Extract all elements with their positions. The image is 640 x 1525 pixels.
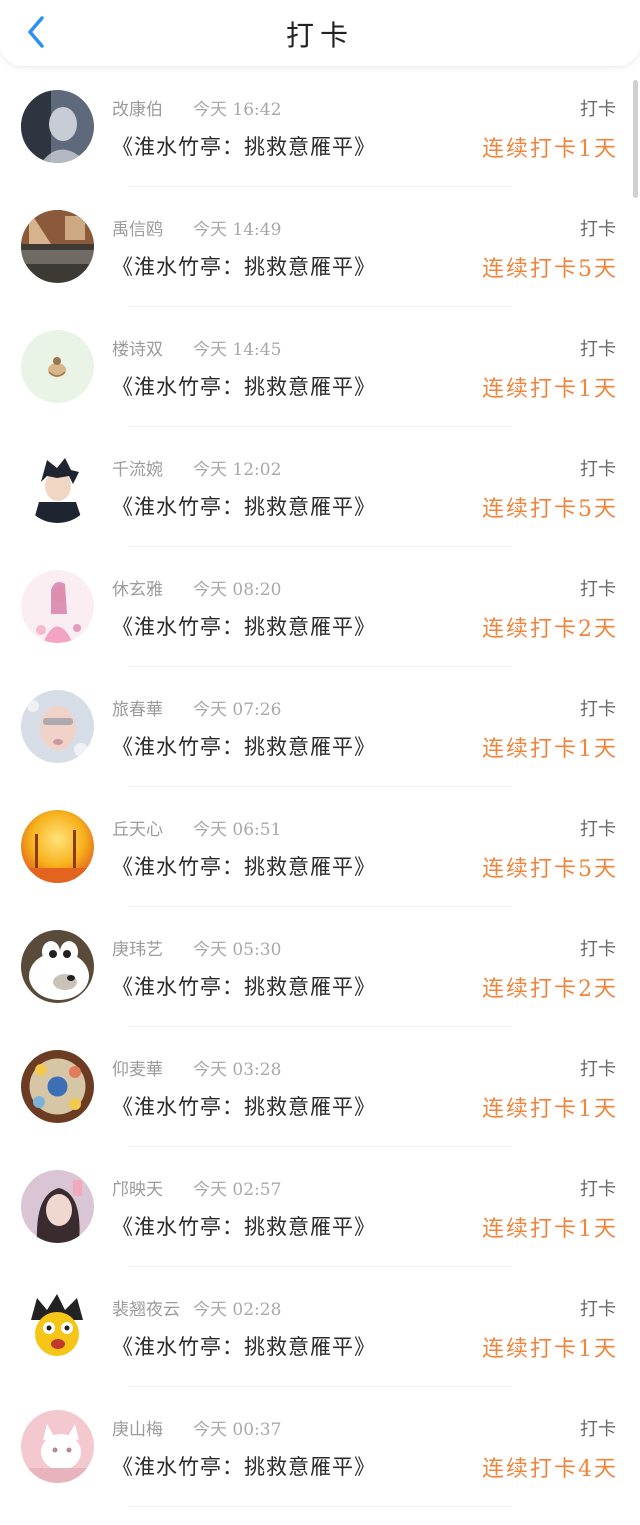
user-name: 仰麦華	[112, 1060, 163, 1080]
checkin-time: 今天 08:20	[193, 580, 282, 600]
checkin-time: 今天 06:51	[193, 820, 282, 840]
book-title: 《淮水竹亭：挑救意雁平》	[112, 735, 376, 759]
checkin-action-button[interactable]: 打卡	[580, 95, 616, 121]
checkin-action-button[interactable]: 打卡	[580, 215, 616, 241]
streak-label: 连续打卡1天	[482, 1097, 618, 1122]
checkin-list: 改康伯 今天 16:42 《淮水竹亭：挑救意雁平》 打卡 连续打卡1天 禹信鸥 今天 14…	[0, 67, 640, 1507]
checkin-time: 今天 07:26	[193, 700, 282, 720]
avatar[interactable]	[21, 330, 94, 403]
checkin-time: 今天 05:30	[193, 940, 282, 960]
checkin-action-button[interactable]: 打卡	[580, 815, 616, 841]
checkin-action-button[interactable]: 打卡	[580, 1055, 616, 1081]
nav-header: 打卡	[0, 0, 640, 66]
page-title: 打卡	[285, 19, 354, 52]
checkin-action-button[interactable]: 打卡	[580, 1175, 616, 1201]
checkin-time: 今天 14:49	[193, 220, 282, 240]
checkin-time: 今天 03:28	[193, 1060, 282, 1080]
avatar[interactable]	[21, 1050, 94, 1123]
checkin-time: 今天 14:45	[193, 340, 282, 360]
avatar[interactable]	[21, 690, 94, 763]
user-name: 改康伯	[112, 100, 163, 120]
checkin-time: 今天 12:02	[193, 460, 282, 480]
book-title: 《淮水竹亭：挑救意雁平》	[112, 1215, 376, 1239]
streak-label: 连续打卡1天	[482, 137, 618, 162]
user-name: 裴翘夜云	[112, 1300, 180, 1320]
checkin-action-button[interactable]: 打卡	[580, 335, 616, 361]
checkin-action-button[interactable]: 打卡	[580, 1415, 616, 1441]
book-title: 《淮水竹亭：挑救意雁平》	[112, 1455, 376, 1479]
streak-label: 连续打卡1天	[482, 737, 618, 762]
checkin-time: 今天 02:57	[193, 1180, 282, 1200]
streak-label: 连续打卡1天	[482, 1217, 618, 1242]
checkin-item[interactable]: 庚玮艺 今天 05:30 《淮水竹亭：挑救意雁平》 打卡连续打卡2天	[0, 907, 640, 1027]
avatar[interactable]	[21, 1170, 94, 1243]
user-name: 庚玮艺	[112, 940, 163, 960]
checkin-item[interactable]: 千流婉 今天 12:02 《淮水竹亭：挑救意雁平》 打卡连续打卡5天	[0, 427, 640, 547]
user-name: 禹信鸥	[112, 220, 163, 240]
avatar[interactable]	[21, 1410, 94, 1483]
checkin-time: 今天 00:37	[193, 1420, 282, 1440]
checkin-time: 今天 02:28	[193, 1300, 282, 1320]
user-name: 庚山梅	[112, 1420, 163, 1440]
avatar[interactable]	[21, 930, 94, 1003]
checkin-item[interactable]: 改康伯 今天 16:42 《淮水竹亭：挑救意雁平》 打卡连续打卡1天	[0, 67, 640, 187]
checkin-item[interactable]: 休玄雅 今天 08:20 《淮水竹亭：挑救意雁平》 打卡连续打卡2天	[0, 547, 640, 667]
streak-label: 连续打卡5天	[482, 257, 618, 282]
avatar[interactable]	[21, 450, 94, 523]
book-title: 《淮水竹亭：挑救意雁平》	[112, 1335, 376, 1359]
checkin-item[interactable]: 邝映天 今天 02:57 《淮水竹亭：挑救意雁平》 打卡连续打卡1天	[0, 1147, 640, 1267]
user-name: 邝映天	[112, 1180, 163, 1200]
avatar[interactable]	[21, 90, 94, 163]
avatar[interactable]	[21, 210, 94, 283]
book-title: 《淮水竹亭：挑救意雁平》	[112, 495, 376, 519]
checkin-time: 今天 16:42	[193, 100, 282, 120]
checkin-action-button[interactable]: 打卡	[580, 695, 616, 721]
streak-label: 连续打卡1天	[482, 1337, 618, 1362]
checkin-item[interactable]: 旅春華 今天 07:26 《淮水竹亭：挑救意雁平》 打卡连续打卡1天	[0, 667, 640, 787]
checkin-action-button[interactable]: 打卡	[580, 935, 616, 961]
checkin-action-button[interactable]: 打卡	[580, 1295, 616, 1321]
divider	[128, 1506, 512, 1507]
scrollbar[interactable]	[633, 80, 638, 198]
user-name: 楼诗双	[112, 340, 163, 360]
avatar[interactable]	[21, 570, 94, 643]
checkin-item[interactable]: 丘天心 今天 06:51 《淮水竹亭：挑救意雁平》 打卡连续打卡5天	[0, 787, 640, 907]
book-title: 《淮水竹亭：挑救意雁平》	[112, 375, 376, 399]
user-name: 休玄雅	[112, 580, 163, 600]
user-name: 旅春華	[112, 700, 163, 720]
checkin-action-button[interactable]: 打卡	[580, 575, 616, 601]
checkin-action-button[interactable]: 打卡	[580, 455, 616, 481]
book-title: 《淮水竹亭：挑救意雁平》	[112, 615, 376, 639]
checkin-item[interactable]: 庚山梅 今天 00:37 《淮水竹亭：挑救意雁平》 打卡连续打卡4天	[0, 1387, 640, 1507]
streak-label: 连续打卡5天	[482, 497, 618, 522]
streak-label: 连续打卡5天	[482, 857, 618, 882]
checkin-item[interactable]: 禹信鸥 今天 14:49 《淮水竹亭：挑救意雁平》 打卡连续打卡5天	[0, 187, 640, 307]
checkin-item[interactable]: 裴翘夜云 今天 02:28 《淮水竹亭：挑救意雁平》 打卡连续打卡1天	[0, 1267, 640, 1387]
streak-label: 连续打卡2天	[482, 977, 618, 1002]
avatar[interactable]	[21, 810, 94, 883]
book-title: 《淮水竹亭：挑救意雁平》	[112, 975, 376, 999]
book-title: 《淮水竹亭：挑救意雁平》	[112, 1095, 376, 1119]
user-name: 丘天心	[112, 820, 163, 840]
streak-label: 连续打卡2天	[482, 617, 618, 642]
checkin-item[interactable]: 楼诗双 今天 14:45 《淮水竹亭：挑救意雁平》 打卡连续打卡1天	[0, 307, 640, 427]
user-name: 千流婉	[112, 460, 163, 480]
streak-label: 连续打卡1天	[482, 377, 618, 402]
book-title: 《淮水竹亭：挑救意雁平》	[112, 855, 376, 879]
avatar[interactable]	[21, 1290, 94, 1363]
app-screen: 打卡 改康伯 今天 16:42 《淮水竹亭：挑救意雁平》 打卡 连续打卡1天 禹信鸥 今天…	[0, 0, 640, 1525]
streak-label: 连续打卡4天	[482, 1457, 618, 1482]
book-title: 《淮水竹亭：挑救意雁平》	[112, 135, 376, 159]
checkin-item[interactable]: 仰麦華 今天 03:28 《淮水竹亭：挑救意雁平》 打卡连续打卡1天	[0, 1027, 640, 1147]
book-title: 《淮水竹亭：挑救意雁平》	[112, 255, 376, 279]
